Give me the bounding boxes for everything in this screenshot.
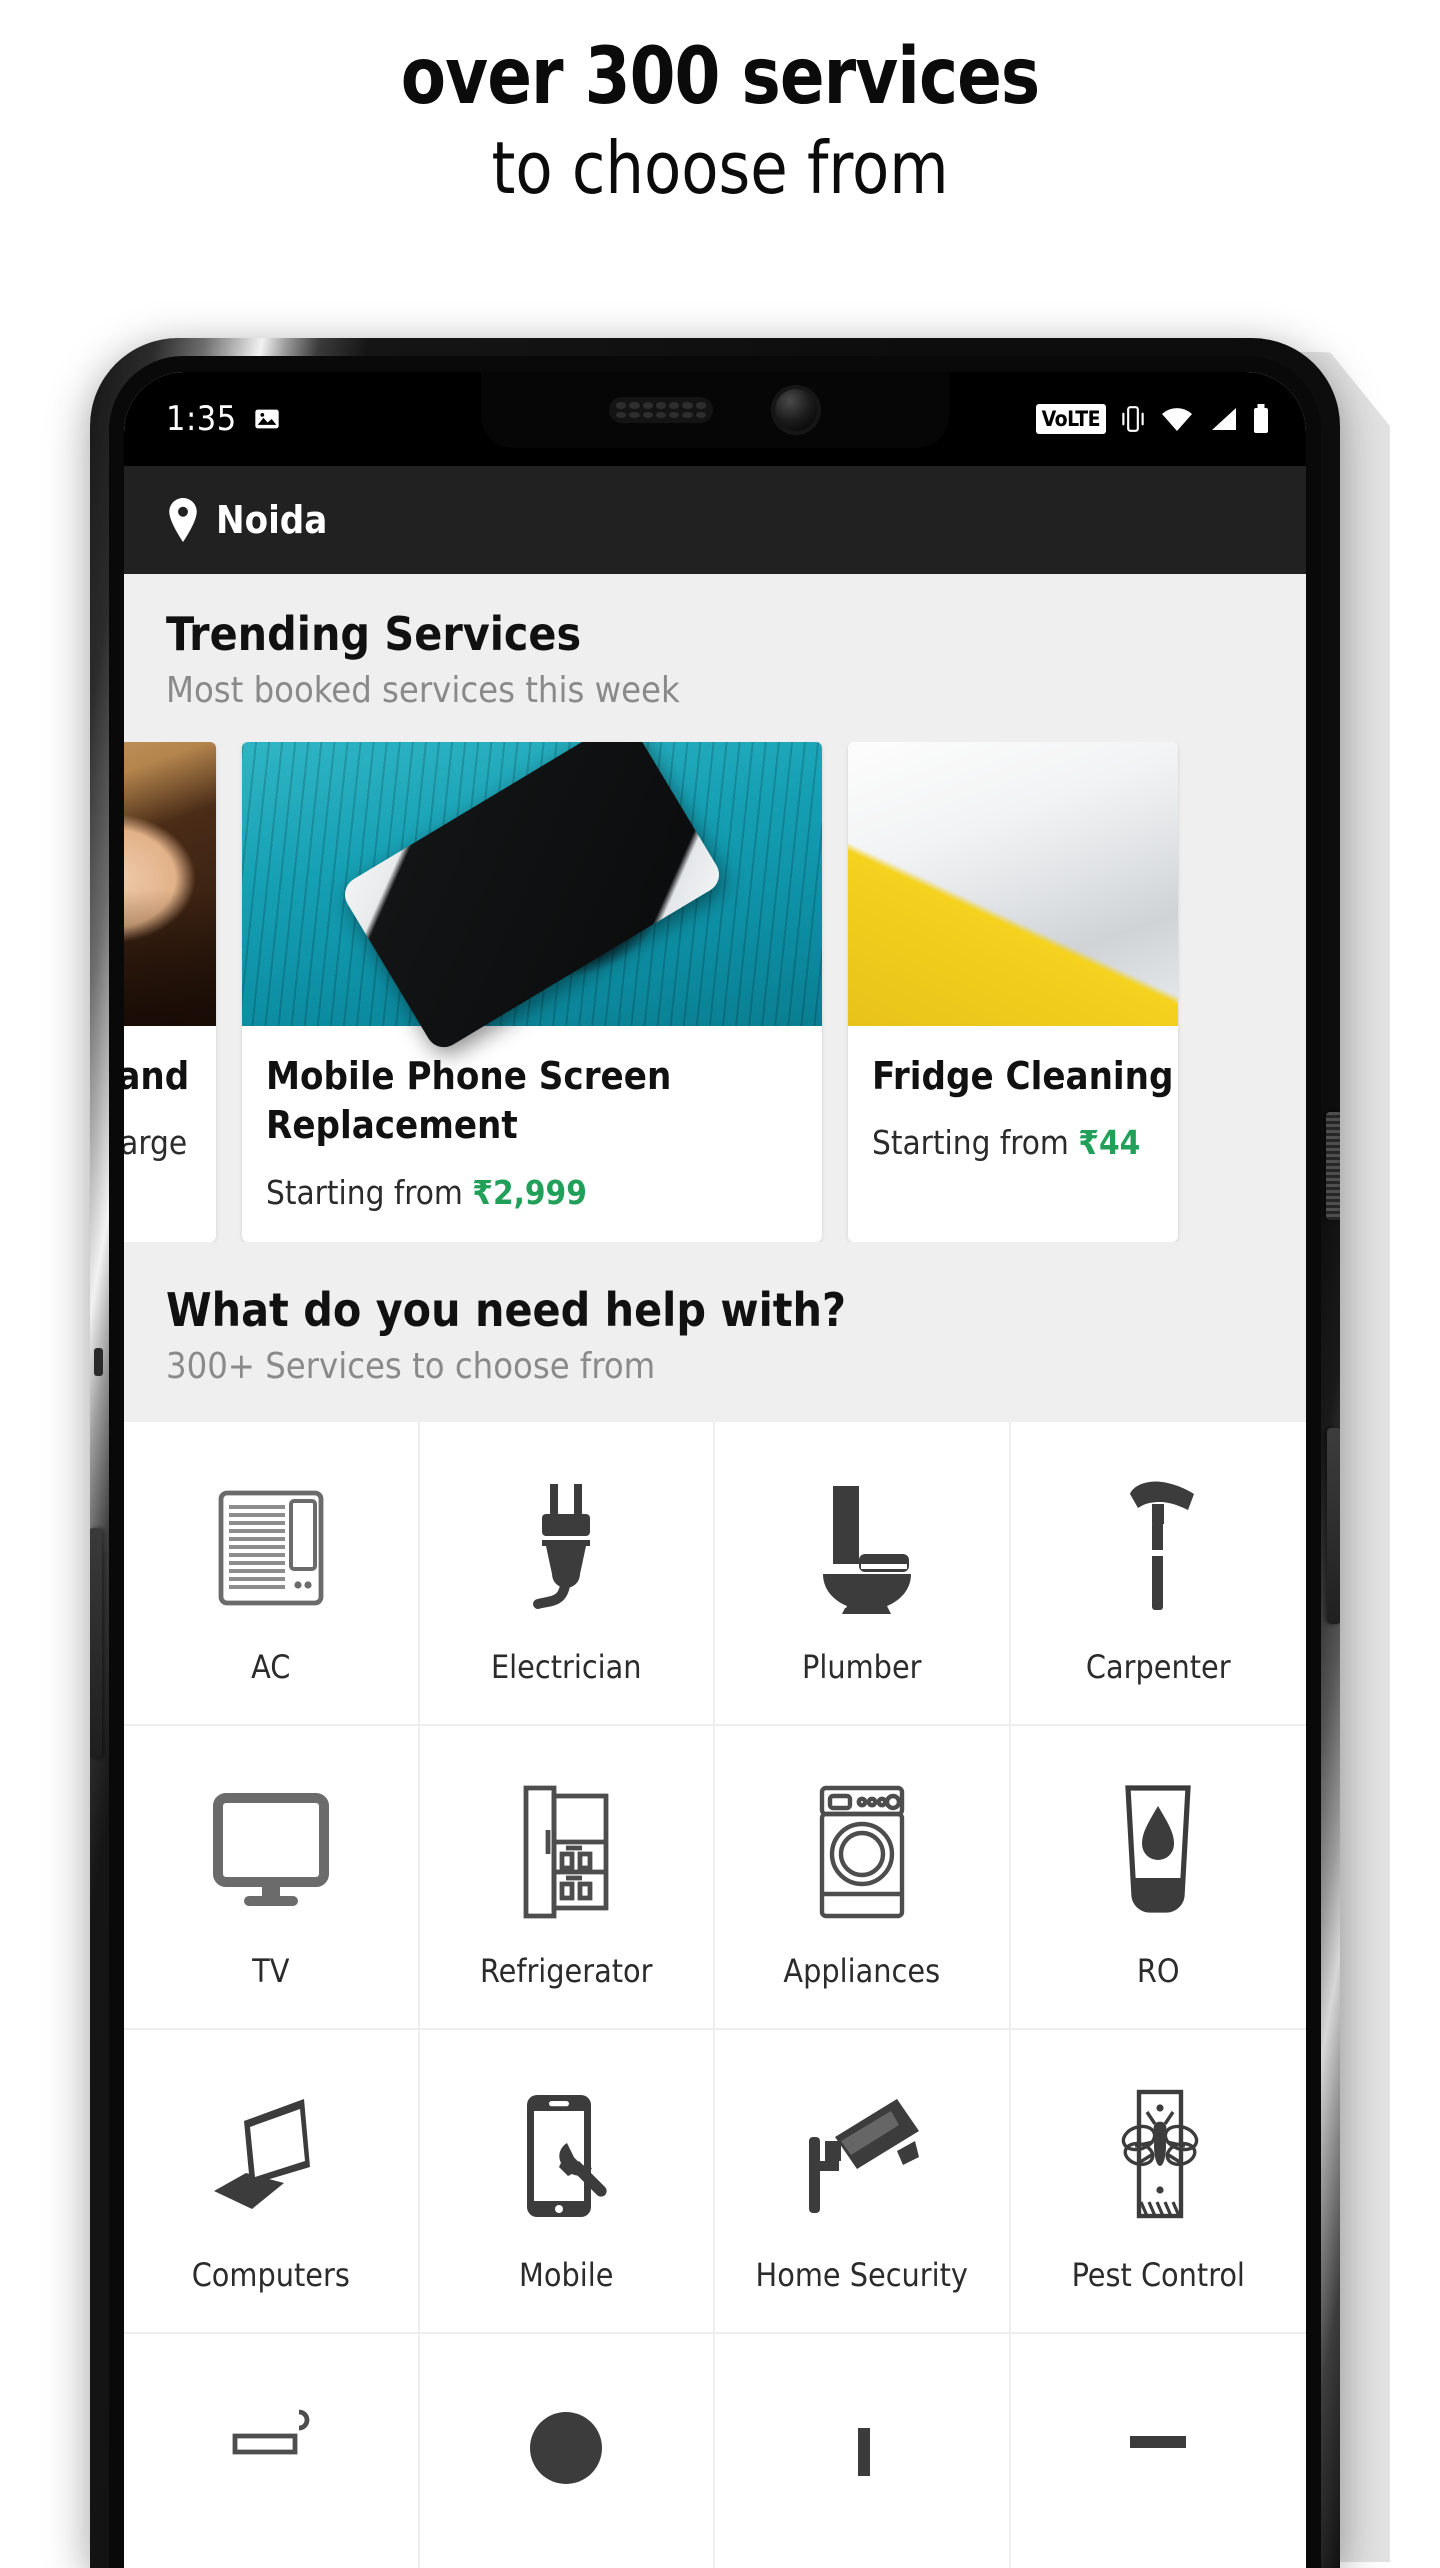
trending-card[interactable]: ...ply and Visit Charge bbox=[124, 742, 216, 1242]
pest-icon bbox=[1105, 2076, 1211, 2236]
category-label: Appliances bbox=[783, 1951, 941, 1990]
trending-card-title: ...ply and bbox=[124, 1054, 190, 1099]
fridge-cleaning-photo bbox=[848, 742, 1178, 1027]
carpenter-drilling-photo bbox=[124, 742, 216, 1027]
category-tile-ro[interactable]: RO bbox=[1010, 1725, 1306, 2030]
trending-subtitle: Most booked services this week bbox=[166, 669, 680, 711]
categories-grid: AC Electrician Plumber Carpenter TV Refr… bbox=[124, 1421, 1306, 2568]
trending-card-title: Fridge Cleaning bbox=[872, 1054, 1174, 1099]
categories-subtitle: 300+ Services to choose from bbox=[166, 1345, 656, 1387]
vibrate-icon bbox=[1120, 404, 1146, 434]
status-bar-right: VoLTE bbox=[1035, 404, 1306, 434]
chimney-icon bbox=[223, 2380, 319, 2540]
trending-section-header: Trending Services Most booked services t… bbox=[124, 574, 1306, 712]
hammer-icon bbox=[1114, 1468, 1202, 1628]
alert-slider-button[interactable] bbox=[90, 1528, 102, 1758]
trending-carousel[interactable]: ...ply and Visit Charge Mobile Phone Scr… bbox=[124, 742, 1306, 1242]
category-tile-ac[interactable]: AC bbox=[124, 1421, 420, 1726]
refrigerator-icon bbox=[514, 1772, 618, 1932]
category-tile-partial[interactable] bbox=[124, 2333, 420, 2568]
category-label: RO bbox=[1136, 1951, 1180, 1990]
category-label: Plumber bbox=[802, 1647, 922, 1686]
earpiece-speaker-icon bbox=[609, 397, 713, 423]
trending-card-price: Starting from ₹44 bbox=[872, 1123, 1154, 1162]
category-tile-partial[interactable] bbox=[715, 2333, 1011, 2568]
volte-icon: VoLTE bbox=[1035, 404, 1106, 434]
cracked-phone-photo bbox=[242, 742, 822, 1027]
wifi-icon bbox=[1160, 406, 1194, 432]
category-label: Computers bbox=[191, 2255, 350, 2294]
category-tile-partial[interactable] bbox=[1010, 2333, 1306, 2568]
power-plug-icon bbox=[520, 1468, 612, 1628]
laptop-icon bbox=[208, 2076, 334, 2236]
category-tile-electrician[interactable]: Electrician bbox=[419, 1421, 715, 1726]
trending-card-body: ...ply and Visit Charge bbox=[124, 1026, 216, 1192]
status-bar-clock: 1:35 bbox=[166, 399, 237, 439]
category-label: Carpenter bbox=[1085, 1647, 1231, 1686]
app-content: Trending Services Most booked services t… bbox=[124, 574, 1306, 2568]
trending-title: Trending Services bbox=[166, 607, 582, 661]
geyser-icon bbox=[518, 2380, 614, 2540]
promo-heading: over 300 services to choose from bbox=[0, 0, 1440, 207]
trending-card-price-value: ₹44 bbox=[1078, 1123, 1141, 1163]
volume-rocker-button[interactable] bbox=[1327, 1428, 1340, 1624]
phone-screen: 1:35 VoLTE Noida Trending Services Most … bbox=[124, 372, 1306, 2568]
category-label: AC bbox=[251, 1647, 291, 1686]
location-label: Noida bbox=[216, 498, 328, 542]
phone-notch bbox=[481, 372, 949, 448]
trending-card-price: Starting from ₹2,999 bbox=[266, 1173, 798, 1212]
category-tile-tv[interactable]: TV bbox=[124, 1725, 420, 2030]
categories-grid-wrapper: AC Electrician Plumber Carpenter TV Refr… bbox=[124, 1421, 1306, 2568]
category-label: Electrician bbox=[490, 1647, 642, 1686]
washing-machine-icon bbox=[814, 1772, 910, 1932]
front-camera-icon bbox=[771, 385, 821, 435]
phone-device-frame: 1:35 VoLTE Noida Trending Services Most … bbox=[90, 338, 1340, 2568]
status-bar: 1:35 VoLTE bbox=[124, 372, 1306, 466]
category-label: TV bbox=[252, 1951, 290, 1990]
category-tile-mobile[interactable]: Mobile bbox=[419, 2029, 715, 2334]
image-icon bbox=[253, 405, 281, 433]
location-pin-icon bbox=[166, 498, 200, 542]
trending-card[interactable]: Mobile Phone Screen Replacement Starting… bbox=[242, 742, 822, 1242]
category-label: Pest Control bbox=[1071, 2255, 1245, 2294]
status-bar-left: 1:35 bbox=[124, 399, 281, 439]
trending-card-price-value: ₹2,999 bbox=[472, 1172, 587, 1212]
category-tile-partial[interactable] bbox=[419, 2333, 715, 2568]
power-button[interactable] bbox=[1326, 1112, 1340, 1220]
television-icon bbox=[212, 1772, 330, 1932]
promo-heading-line1: over 300 services bbox=[400, 32, 1040, 122]
category-tile-carpenter[interactable]: Carpenter bbox=[1010, 1421, 1306, 1726]
category-label: Home Security bbox=[755, 2255, 968, 2294]
trending-card-body: Mobile Phone Screen Replacement Starting… bbox=[242, 1026, 822, 1242]
category-tile-appliances[interactable]: Appliances bbox=[715, 1725, 1011, 2030]
category-tile-computers[interactable]: Computers bbox=[124, 2029, 420, 2334]
categories-section-header: What do you need help with? 300+ Service… bbox=[124, 1242, 1306, 1422]
category-label: Refrigerator bbox=[480, 1951, 653, 1990]
trending-card-title: Mobile Phone Screen Replacement bbox=[266, 1054, 672, 1148]
trending-card-price-prefix: Visit Charge bbox=[124, 1123, 188, 1163]
painting-icon bbox=[814, 2380, 910, 2540]
categories-title: What do you need help with? bbox=[166, 1282, 847, 1337]
trending-card[interactable]: Fridge Cleaning Starting from ₹44 bbox=[848, 742, 1178, 1242]
category-tile-home-security[interactable]: Home Security bbox=[715, 2029, 1011, 2334]
trending-card-body: Fridge Cleaning Starting from ₹44 bbox=[848, 1026, 1178, 1192]
signal-icon bbox=[1208, 406, 1238, 432]
category-label: Mobile bbox=[519, 2255, 614, 2294]
sim-tray bbox=[94, 1348, 103, 1376]
cleaning-icon bbox=[1110, 2380, 1206, 2540]
category-tile-pest-control[interactable]: Pest Control bbox=[1010, 2029, 1306, 2334]
trending-card-price-prefix: Starting from bbox=[266, 1172, 473, 1212]
location-header[interactable]: Noida bbox=[124, 466, 1306, 574]
promo-heading-line2: to choose from bbox=[491, 125, 949, 210]
toilet-icon bbox=[807, 1468, 917, 1628]
trending-card-price-prefix: Starting from bbox=[872, 1123, 1079, 1163]
cctv-camera-icon bbox=[797, 2076, 927, 2236]
air-conditioner-icon bbox=[217, 1468, 325, 1628]
trending-card-price: Visit Charge bbox=[124, 1123, 192, 1162]
category-tile-refrigerator[interactable]: Refrigerator bbox=[419, 1725, 715, 2030]
mobile-repair-icon bbox=[517, 2076, 615, 2236]
battery-icon bbox=[1252, 404, 1270, 434]
water-glass-icon bbox=[1114, 1772, 1202, 1932]
category-tile-plumber[interactable]: Plumber bbox=[715, 1421, 1011, 1726]
